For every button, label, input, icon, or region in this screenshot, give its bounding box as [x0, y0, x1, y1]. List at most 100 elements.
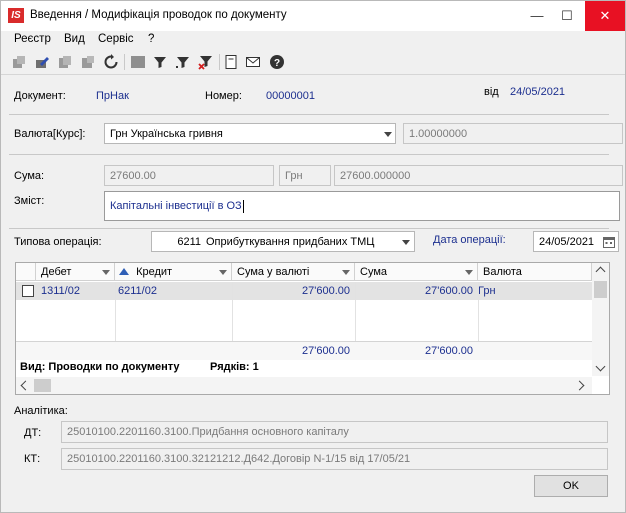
toolbar-separator: [124, 54, 125, 70]
column-header-credit[interactable]: Кредит: [115, 263, 232, 281]
refresh-icon[interactable]: [103, 54, 119, 70]
operation-code: 6211: [177, 235, 201, 248]
kt-analytics-field[interactable]: 25010100.2201160.3100.32121212.Д642.Дого…: [61, 448, 608, 470]
column-header-label: Сума у валюті: [237, 266, 310, 278]
delete-icon[interactable]: [80, 54, 96, 70]
column-filter-icon[interactable]: [102, 270, 110, 275]
column-filter-icon[interactable]: [342, 270, 350, 275]
sum-currency-value: 27600.000000: [340, 169, 411, 182]
chevron-down-icon[interactable]: [402, 240, 410, 245]
operation-date-label: Дата операції:: [433, 234, 506, 246]
operation-name: Оприбуткування придбаних ТМЦ: [206, 235, 375, 248]
horizontal-scrollbar[interactable]: [16, 377, 592, 394]
document-number: 00000001: [266, 90, 315, 102]
sum-currency: Грн: [285, 169, 303, 182]
currency-label: Валюта[Курс]:: [14, 128, 86, 140]
close-icon[interactable]: ✕: [585, 1, 625, 31]
column-header-label: Сума: [360, 266, 388, 278]
sort-ascending-icon: [119, 268, 129, 275]
vertical-scrollbar[interactable]: [592, 263, 609, 376]
column-divider: [232, 282, 233, 341]
number-label: Номер:: [205, 90, 242, 102]
mail-icon[interactable]: [245, 54, 261, 70]
sum-currency-value-field[interactable]: 27600.000000: [334, 165, 623, 186]
edit-icon[interactable]: [34, 54, 50, 70]
document-date: 24/05/2021: [510, 86, 566, 98]
operation-date-field[interactable]: 24/05/2021: [533, 231, 619, 252]
column-filter-icon[interactable]: [219, 270, 227, 275]
currency-value: Грн Українська гривня: [110, 127, 223, 140]
totals-row: 27'600.00 27'600.00: [16, 341, 592, 360]
dt-analytics-value: 25010100.2201160.3100.Придбання основног…: [67, 426, 349, 438]
column-header-debit[interactable]: Дебет: [36, 263, 115, 281]
divider: [9, 154, 609, 155]
grid-view-label: Вид: Проводки по документу: [20, 361, 180, 373]
table-row[interactable]: 1311/02 6211/02 27'600.00 27'600.00 Грн: [16, 282, 592, 300]
toolbar-separator: [219, 54, 220, 70]
maximize-icon[interactable]: ☐: [552, 1, 582, 31]
column-divider: [355, 282, 356, 341]
block-icon[interactable]: [130, 54, 146, 70]
menu-help[interactable]: ?: [148, 33, 154, 45]
document-label: Документ:: [14, 90, 66, 102]
total-sum: 27'600.00: [425, 345, 473, 357]
scroll-left-icon[interactable]: [20, 380, 31, 391]
document-type: ПрНак: [96, 90, 129, 102]
dt-analytics-field[interactable]: 25010100.2201160.3100.Придбання основног…: [61, 421, 608, 443]
chevron-down-icon[interactable]: [384, 132, 392, 137]
cell-credit: 6211/02: [118, 285, 157, 297]
operation-label: Типова операція:: [14, 236, 102, 248]
menu-view[interactable]: Вид: [64, 33, 85, 45]
divider: [9, 228, 609, 229]
operation-select[interactable]: 6211 Оприбуткування придбаних ТМЦ: [151, 231, 415, 252]
minimize-icon[interactable]: —: [522, 1, 552, 31]
scroll-up-icon[interactable]: [595, 266, 606, 277]
column-filter-icon[interactable]: [465, 270, 473, 275]
currency-select[interactable]: Грн Українська гривня: [104, 123, 396, 144]
scroll-down-icon[interactable]: [595, 361, 606, 372]
content-label: Зміст:: [14, 195, 45, 207]
title-bar: IS Введення / Модифікація проводок по до…: [1, 1, 625, 31]
create-icon[interactable]: [11, 54, 27, 70]
main-window: IS Введення / Модифікація проводок по до…: [0, 0, 626, 513]
divider: [9, 114, 609, 115]
sum-value: 27600.00: [110, 169, 156, 182]
date-label: від: [484, 86, 499, 98]
column-header-label: Дебет: [41, 266, 72, 278]
dt-label: ДТ:: [24, 427, 42, 439]
help-icon[interactable]: ?: [269, 54, 285, 70]
column-header-sum-currency[interactable]: Сума у валюті: [232, 263, 355, 281]
postings-grid: Дебет Кредит Сума у валюті Сума Валюта 1…: [15, 262, 610, 395]
filter-apply-icon[interactable]: [175, 54, 191, 70]
content-value: Капітальні інвестиції в ОЗ: [110, 200, 242, 212]
document-icon[interactable]: [223, 54, 239, 70]
cell-currency: Грн: [478, 285, 496, 297]
calendar-icon[interactable]: [603, 236, 615, 251]
column-header-currency[interactable]: Валюта: [478, 263, 592, 281]
kt-analytics-value: 25010100.2201160.3100.32121212.Д642.Дого…: [67, 453, 411, 465]
app-logo: IS: [8, 8, 24, 23]
scroll-thumb[interactable]: [34, 379, 51, 392]
scroll-thumb[interactable]: [594, 281, 607, 298]
grid-rows-count: Рядків: 1: [210, 361, 259, 373]
column-header-sum[interactable]: Сума: [355, 263, 478, 281]
operation-date: 24/05/2021: [539, 235, 595, 248]
scroll-right-icon[interactable]: [574, 380, 585, 391]
cell-sum: 27'600.00: [425, 285, 473, 297]
filter-clear-icon[interactable]: [198, 54, 214, 70]
column-divider: [478, 282, 479, 341]
menu-registry[interactable]: Реєстр: [14, 33, 51, 45]
kt-label: КТ:: [24, 453, 41, 465]
currency-rate-field[interactable]: 1.00000000: [403, 123, 623, 144]
ok-button[interactable]: OK: [534, 475, 608, 497]
menu-bar: Реєстр Вид Сервіс ?: [1, 31, 625, 49]
row-checkbox[interactable]: [22, 285, 34, 297]
filter-icon[interactable]: [152, 54, 168, 70]
total-sum-currency: 27'600.00: [302, 345, 350, 357]
content-field[interactable]: Капітальні інвестиції в ОЗ: [104, 191, 620, 221]
copy-icon[interactable]: [57, 54, 73, 70]
menu-service[interactable]: Сервіс: [98, 33, 134, 45]
sum-field[interactable]: 27600.00: [104, 165, 274, 186]
cell-debit: 1311/02: [41, 285, 80, 297]
sum-currency-field[interactable]: Грн: [279, 165, 331, 186]
